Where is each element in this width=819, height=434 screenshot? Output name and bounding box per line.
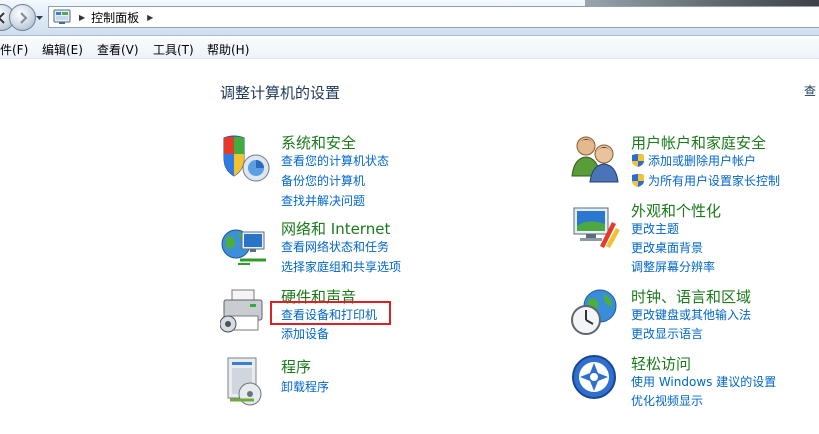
link-network-status[interactable]: 查看网络状态和任务: [281, 238, 389, 255]
category-title[interactable]: 外观和个性化: [631, 200, 721, 221]
link-uninstall-program[interactable]: 卸载程序: [281, 378, 329, 395]
category-user-accounts: 用户帐户和家庭安全 添加或删除用户帐户 为所有用户设置家长控制: [570, 132, 819, 192]
menu-file[interactable]: 件(F): [0, 41, 28, 58]
user-accounts-icon: [571, 136, 619, 183]
appearance-icon: [573, 207, 620, 248]
breadcrumb-separator-icon[interactable]: ▶: [79, 13, 85, 22]
category-title[interactable]: 时钟、语言和区域: [631, 286, 751, 307]
link-screen-resolution[interactable]: 调整屏幕分辨率: [631, 258, 715, 275]
category-ease-of-access: 轻松访问 使用 Windows 建议的设置 优化视频显示: [570, 353, 819, 413]
arrow-left-icon: [0, 11, 5, 24]
link-add-remove-accounts[interactable]: 添加或删除用户帐户: [631, 152, 756, 169]
menu-tools[interactable]: 工具(T): [153, 41, 194, 58]
link-backup-computer[interactable]: 备份您的计算机: [281, 172, 365, 189]
link-desktop-background[interactable]: 更改桌面背景: [631, 239, 703, 256]
arrow-right-icon: [19, 11, 27, 24]
category-title[interactable]: 用户帐户和家庭安全: [631, 132, 766, 153]
link-troubleshoot[interactable]: 查找并解决问题: [281, 192, 365, 209]
category-network-internet: 网络和 Internet 查看网络状态和任务 选择家庭组和共享选项: [220, 218, 520, 278]
recent-pages-dropdown[interactable]: [35, 13, 44, 22]
highlight-box: [270, 301, 391, 325]
breadcrumb-separator-icon[interactable]: ▶: [147, 13, 153, 22]
link-recommended-settings[interactable]: 使用 Windows 建议的设置: [631, 373, 776, 390]
network-internet-icon: [221, 229, 266, 265]
link-parental-controls[interactable]: 为所有用户设置家长控制: [631, 172, 780, 189]
uac-shield-icon: [632, 154, 644, 167]
address-toolbar: ▶ 控制面板 ▶: [0, 0, 819, 36]
category-title[interactable]: 轻松访问: [631, 353, 691, 374]
category-title[interactable]: 程序: [281, 356, 311, 377]
category-system-security: 系统和安全 查看您的计算机状态 备份您的计算机 查找并解决问题: [220, 132, 520, 212]
link-change-theme[interactable]: 更改主题: [631, 220, 679, 237]
menu-edit[interactable]: 编辑(E): [42, 41, 83, 58]
category-appearance: 外观和个性化 更改主题 更改桌面背景 调整屏幕分辨率: [570, 200, 819, 280]
link-optimize-display[interactable]: 优化视频显示: [631, 392, 703, 409]
link-homegroup-sharing[interactable]: 选择家庭组和共享选项: [281, 258, 401, 275]
link-view-computer-status[interactable]: 查看您的计算机状态: [281, 152, 389, 169]
category-clock-language: 时钟、语言和区域 更改键盘或其他输入法 更改显示语言: [570, 286, 819, 346]
category-programs: 程序 卸载程序: [220, 356, 520, 406]
control-panel-icon: [53, 9, 71, 24]
category-title[interactable]: 网络和 Internet: [281, 218, 390, 239]
address-field[interactable]: ▶ 控制面板 ▶: [48, 6, 819, 28]
category-title[interactable]: 系统和安全: [281, 132, 356, 153]
link-text: 为所有用户设置家长控制: [648, 174, 781, 188]
uac-shield-icon: [632, 174, 644, 187]
menu-help[interactable]: 帮助(H): [207, 41, 249, 58]
breadcrumb-control-panel[interactable]: 控制面板: [91, 9, 139, 26]
clock-language-icon: [571, 289, 617, 335]
link-text: 添加或删除用户帐户: [648, 154, 757, 168]
hardware-sound-icon: [220, 289, 263, 333]
page-title: 调整计算机的设置: [220, 84, 341, 102]
system-security-icon: [223, 135, 270, 182]
forward-button[interactable]: [9, 4, 36, 31]
menu-bar: 件(F) 编辑(E) 查看(V) 工具(T) 帮助(H): [0, 37, 819, 59]
ease-of-access-icon: [572, 355, 616, 399]
link-keyboard-input[interactable]: 更改键盘或其他输入法: [631, 306, 751, 323]
menu-view[interactable]: 查看(V): [97, 41, 139, 58]
programs-icon: [227, 357, 262, 406]
link-display-language[interactable]: 更改显示语言: [631, 325, 703, 342]
view-by-label[interactable]: 查: [804, 82, 816, 99]
link-add-device[interactable]: 添加设备: [281, 325, 329, 342]
